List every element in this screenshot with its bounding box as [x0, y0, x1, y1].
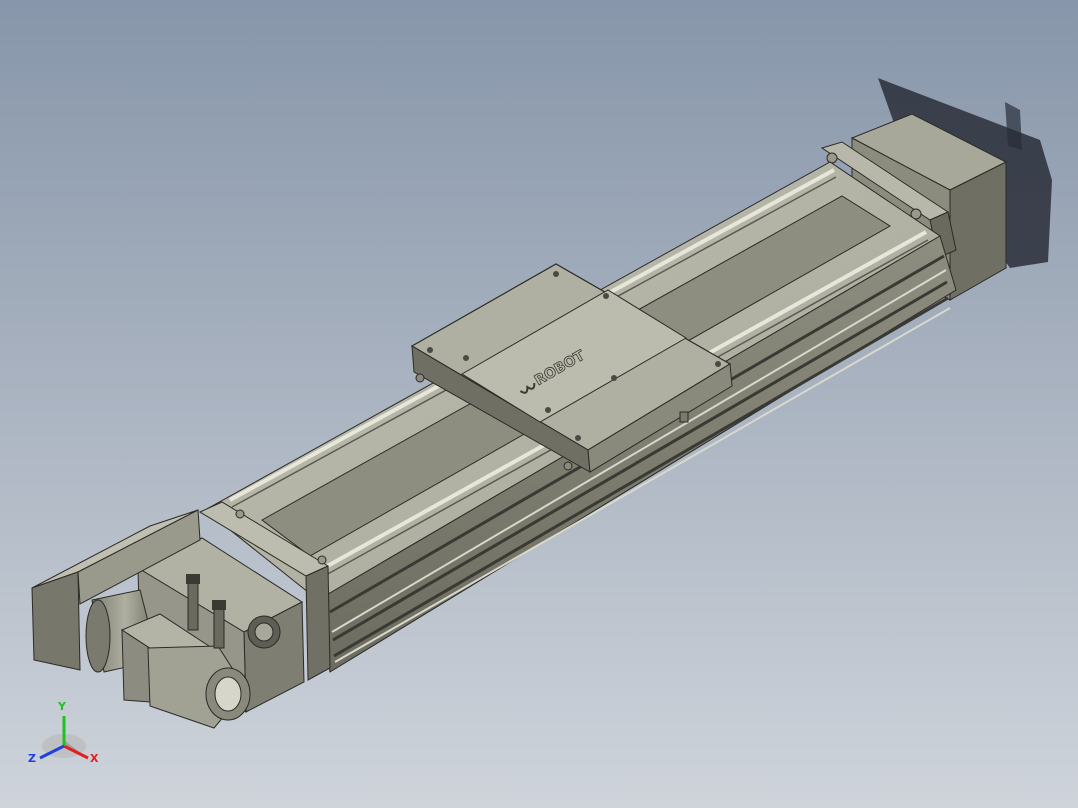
z-axis-label: Z — [28, 752, 36, 765]
cad-model-view[interactable]: ROBOT X Y Z — [0, 0, 1078, 808]
axis-triad[interactable]: X Y Z — [28, 700, 99, 765]
cad-viewport[interactable]: ROBOT X Y Z — [0, 0, 1078, 808]
x-axis-label: X — [90, 752, 99, 765]
y-axis-label: Y — [57, 700, 67, 713]
